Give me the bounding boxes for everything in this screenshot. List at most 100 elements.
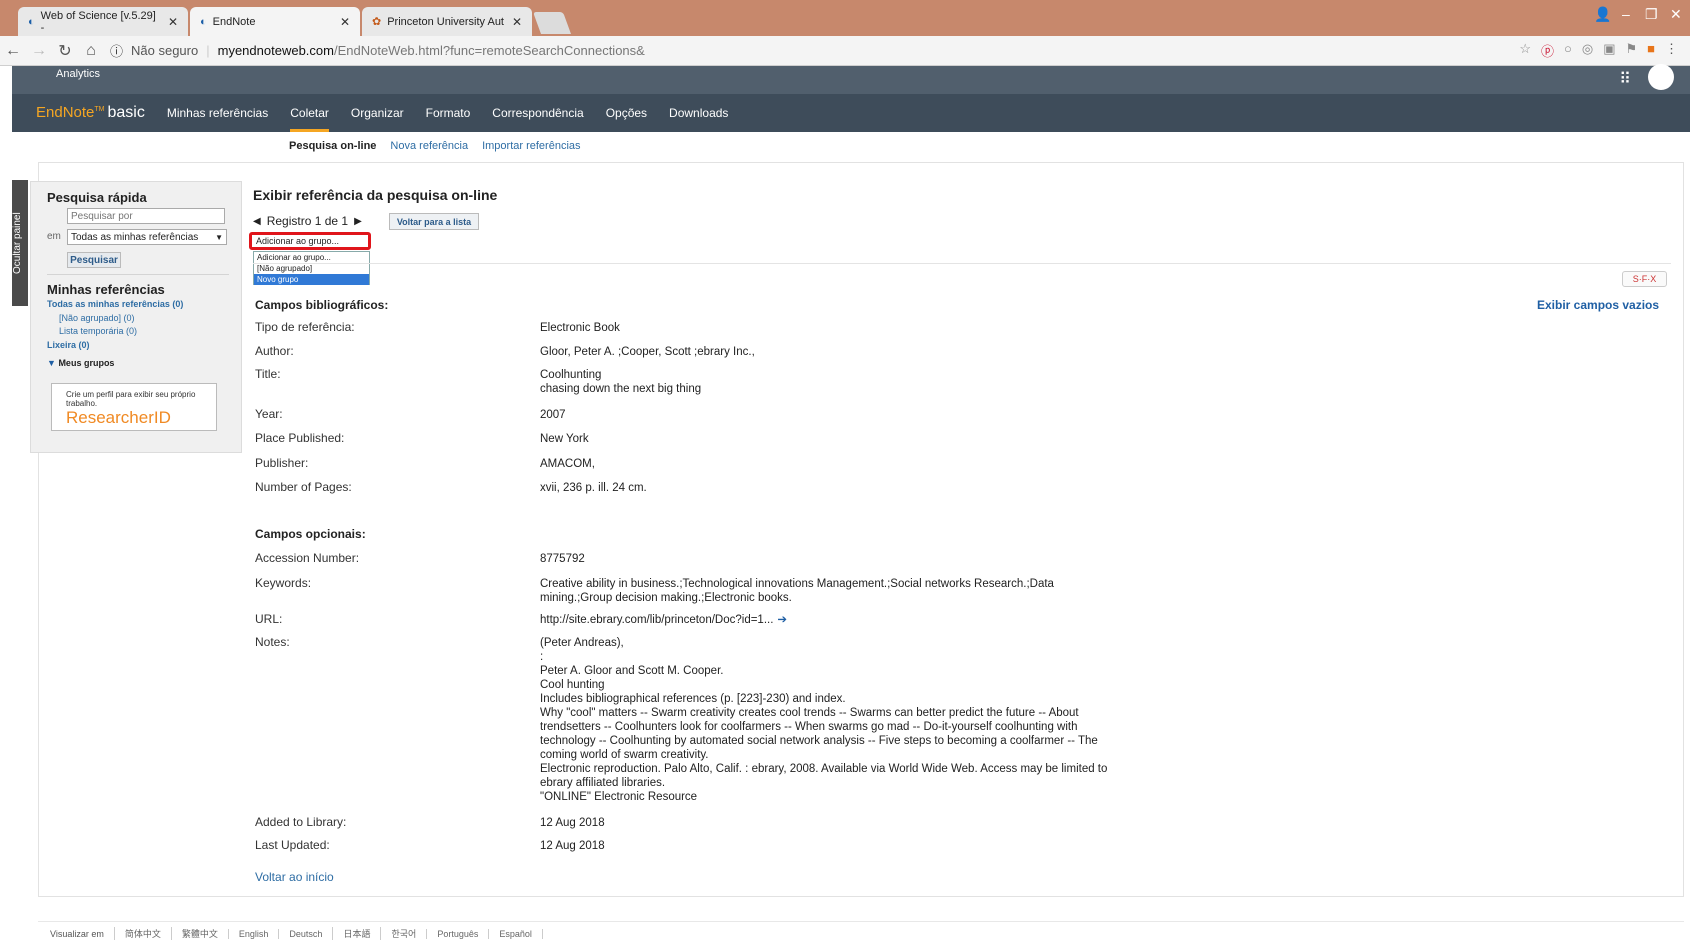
trash-link[interactable]: Lixeira (0): [47, 340, 90, 350]
endnote-logo[interactable]: EndNoteTM basic: [36, 104, 145, 122]
lang-link[interactable]: Português: [426, 928, 488, 939]
lang-link[interactable]: 日本語: [332, 927, 380, 940]
back-to-top-link[interactable]: Voltar ao início: [255, 870, 334, 884]
extension-circle-icon[interactable]: ○: [1564, 41, 1572, 60]
field-value-year: 2007: [540, 409, 566, 421]
maximize-icon[interactable]: ❐: [1645, 6, 1658, 23]
url-path: /EndNoteWeb.html?func=remoteSearchConnec…: [333, 43, 645, 58]
field-value-title: Coolhunting chasing down the next big th…: [540, 369, 702, 395]
submenu-nova-referencia[interactable]: Nova referência: [390, 140, 468, 152]
researcher-id-banner[interactable]: Crie um perfil para exibir seu próprio t…: [51, 383, 217, 431]
lang-link[interactable]: English: [227, 928, 279, 939]
lang-link[interactable]: 한국어: [380, 927, 426, 940]
submenu-pesquisa-online[interactable]: Pesquisa on-line: [289, 140, 376, 152]
search-scope-select[interactable]: Todas as minhas referências ▼: [67, 229, 227, 245]
show-empty-fields-link[interactable]: Exibir campos vazios: [1537, 298, 1659, 312]
field-value-added: 12 Aug 2018: [540, 817, 605, 829]
temp-list-link[interactable]: Lista temporária (0): [59, 326, 137, 336]
tab-title: EndNote: [212, 15, 256, 28]
star-icon[interactable]: ☆: [1519, 41, 1531, 60]
my-groups-toggle[interactable]: ▼ Meus grupos: [47, 358, 114, 368]
avatar[interactable]: [1648, 64, 1674, 90]
add-to-group-select[interactable]: Adicionar ao grupo...: [249, 232, 371, 250]
extension-box-icon[interactable]: ▣: [1603, 41, 1615, 60]
menu-formato[interactable]: Formato: [426, 94, 471, 132]
url-host: myendnoteweb.com: [217, 43, 334, 58]
lang-link[interactable]: 简体中文: [113, 927, 171, 940]
menu-correspondencia[interactable]: Correspondência: [492, 94, 583, 132]
field-label: Tipo de referência:: [255, 320, 355, 334]
field-value-publisher: AMACOM,: [540, 458, 595, 470]
url-link[interactable]: http://site.ebrary.com/lib/princeton/Doc…: [540, 614, 773, 626]
extension-gear-icon[interactable]: ◎: [1582, 41, 1593, 60]
menu-minhas-referencias[interactable]: Minhas referências: [167, 94, 268, 132]
field-value-place: New York: [540, 433, 589, 445]
group-option-ungrouped[interactable]: [Não agrupado]: [254, 263, 369, 274]
info-icon: ⓘ: [110, 44, 124, 59]
close-icon[interactable]: ✕: [512, 15, 522, 29]
browser-tab-endnote[interactable]: ◐ EndNote ✕: [190, 7, 360, 36]
ungrouped-link[interactable]: [Não agrupado] (0): [59, 313, 135, 323]
search-button[interactable]: Pesquisar: [67, 252, 121, 268]
lang-link[interactable]: Deutsch: [278, 928, 332, 939]
field-label: Added to Library:: [255, 815, 347, 829]
field-value-keywords: Creative ability in business.;Technologi…: [540, 578, 1054, 604]
close-icon[interactable]: ✕: [340, 15, 350, 29]
close-window-icon[interactable]: ✕: [1670, 6, 1682, 23]
field-label: Title:: [255, 367, 281, 381]
new-tab-button[interactable]: [532, 12, 572, 34]
external-arrow-icon[interactable]: ➔: [777, 614, 787, 626]
apps-grid-icon[interactable]: ⠿: [1619, 69, 1632, 89]
page-title: Exibir referência da pesquisa on-line: [253, 187, 498, 203]
url-field[interactable]: ⓘ Não seguro | myendnoteweb.com/EndNoteW…: [104, 40, 1519, 62]
field-label: Publisher:: [255, 456, 309, 470]
lang-link[interactable]: Español: [488, 928, 543, 939]
clarivate-icon: ◐: [28, 15, 35, 28]
close-icon[interactable]: ✕: [168, 15, 178, 29]
caret-down-icon: ▼: [215, 232, 223, 242]
menu-organizar[interactable]: Organizar: [351, 94, 404, 132]
hide-panel-tab[interactable]: Ocultar painel: [12, 180, 28, 306]
field-label: Accession Number:: [255, 551, 360, 565]
quick-search-title: Pesquisa rápida: [47, 190, 147, 205]
sidebar-divider: [47, 274, 229, 275]
next-record-icon[interactable]: ▶: [354, 216, 362, 227]
tab-title: Web of Science [v.5.29] -: [40, 9, 156, 34]
group-option-add[interactable]: Adicionar ao grupo...: [254, 252, 369, 263]
menu-downloads[interactable]: Downloads: [669, 94, 728, 132]
field-label: Notes:: [255, 635, 290, 649]
language-footer: Visualizar em 简体中文 繁體中文 English Deutsch …: [38, 921, 1684, 945]
reload-icon[interactable]: ↻: [52, 41, 78, 61]
extension-flag-icon[interactable]: ⚑: [1625, 41, 1637, 60]
view-in-label: Visualizar em: [50, 928, 104, 939]
menu-coletar[interactable]: Coletar: [290, 94, 329, 132]
back-arrow-icon[interactable]: ←: [0, 42, 26, 60]
browser-tab-strip: ◐ Web of Science [v.5.29] - ✕ ◐ EndNote …: [0, 0, 1690, 36]
group-option-new-group[interactable]: Novo grupo: [254, 274, 369, 285]
home-icon[interactable]: ⌂: [78, 42, 104, 60]
menu-opcoes[interactable]: Opções: [606, 94, 647, 132]
field-label: Place Published:: [255, 431, 345, 445]
clarivate-icon: ◐: [200, 15, 207, 28]
researcher-text: Crie um perfil para exibir seu próprio t…: [66, 390, 196, 408]
brand-strip: Analytics ⠿: [12, 64, 1690, 94]
sfx-button[interactable]: S·F·X: [1622, 271, 1667, 287]
researcher-id-logo: ResearcherID: [66, 408, 171, 427]
minimize-icon[interactable]: –: [1622, 6, 1630, 22]
kebab-menu-icon[interactable]: ⋮: [1665, 41, 1678, 60]
field-label: URL:: [255, 612, 283, 626]
field-value-author: Gloor, Peter A. ;Cooper, Scott ;ebrary I…: [540, 346, 755, 358]
sidebar: Pesquisa rápida em Todas as minhas refer…: [30, 181, 242, 453]
prev-record-icon[interactable]: ◀: [253, 216, 261, 227]
back-to-list-button[interactable]: Voltar para a lista: [389, 213, 479, 230]
submenu-importar-referencias[interactable]: Importar referências: [482, 140, 580, 152]
user-icon[interactable]: 👤: [1594, 6, 1611, 23]
forward-arrow-icon[interactable]: →: [26, 42, 52, 60]
pinterest-icon[interactable]: ⓟ: [1541, 41, 1554, 60]
lang-link[interactable]: 繁體中文: [170, 927, 228, 940]
quick-search-input[interactable]: [67, 208, 225, 224]
browser-tab-princeton[interactable]: ✿ Princeton University Aut ✕: [362, 7, 532, 36]
all-references-link[interactable]: Todas as minhas referências (0): [47, 299, 183, 309]
extension-orange-icon[interactable]: ■: [1647, 41, 1655, 60]
browser-tab-web-of-science[interactable]: ◐ Web of Science [v.5.29] - ✕: [18, 7, 188, 36]
